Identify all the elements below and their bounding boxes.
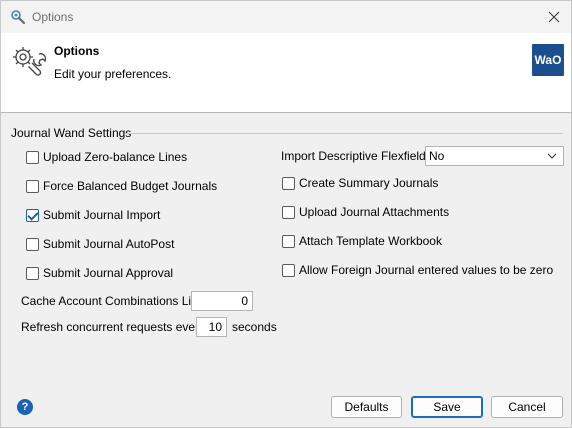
refresh-interval-input[interactable]: 10 — [196, 317, 227, 337]
submit-journal-import-checkbox[interactable]: Submit Journal Import — [26, 207, 160, 223]
cache-limit-input[interactable]: 0 — [191, 291, 253, 311]
defaults-button[interactable]: Defaults — [331, 396, 402, 418]
window-title: Options — [32, 10, 74, 24]
group-divider — [125, 133, 563, 134]
checkbox-label: Submit Journal AutoPost — [43, 237, 175, 251]
checkbox-box[interactable] — [26, 150, 39, 164]
attach-template-workbook-checkbox[interactable]: Attach Template Workbook — [282, 233, 442, 249]
options-window: Options Options Edit your preferences. W… — [0, 0, 572, 428]
wrench-gear-icon — [10, 9, 26, 25]
flexfields-selected-value: No — [429, 149, 445, 163]
checkbox-box[interactable] — [282, 263, 295, 277]
checkbox-box[interactable] — [282, 176, 295, 190]
header-subtitle: Edit your preferences. — [54, 67, 172, 81]
checkbox-label: Submit Journal Import — [43, 208, 161, 222]
title-bar: Options — [1, 1, 571, 33]
submit-journal-autopost-checkbox[interactable]: Submit Journal AutoPost — [26, 236, 174, 252]
close-icon — [548, 11, 560, 23]
group-label: Journal Wand Settings — [11, 126, 132, 140]
checkbox-label: Force Balanced Budget Journals — [43, 179, 218, 193]
force-balanced-budget-checkbox[interactable]: Force Balanced Budget Journals — [26, 178, 217, 194]
checkbox-label: Create Summary Journals — [299, 176, 439, 190]
wrench-gear-icon — [10, 43, 47, 79]
chevron-down-icon — [547, 153, 557, 159]
allow-foreign-journal-zero-checkbox[interactable]: Allow Foreign Journal entered values to … — [282, 262, 553, 278]
flexfields-label: Import Descriptive Flexfields — [281, 149, 432, 163]
checkbox-box[interactable] — [282, 205, 295, 219]
checkbox-box[interactable] — [26, 179, 39, 193]
flexfields-select[interactable]: No — [425, 146, 564, 166]
checkbox-label: Upload Journal Attachments — [299, 205, 450, 219]
upload-zero-balance-checkbox[interactable]: Upload Zero-balance Lines — [26, 149, 187, 165]
logo: WaO — [532, 44, 564, 76]
submit-journal-approval-checkbox[interactable]: Submit Journal Approval — [26, 265, 173, 281]
checkbox-label: Submit Journal Approval — [43, 266, 174, 280]
create-summary-journals-checkbox[interactable]: Create Summary Journals — [282, 175, 438, 191]
refresh-unit-label: seconds — [232, 320, 277, 334]
cache-limit-label: Cache Account Combinations Limit — [21, 294, 208, 308]
checkbox-box[interactable] — [282, 234, 295, 248]
checkbox-box[interactable] — [26, 266, 39, 280]
save-button[interactable]: Save — [411, 396, 483, 418]
checkbox-label: Allow Foreign Journal entered values to … — [299, 263, 554, 277]
upload-journal-attachments-checkbox[interactable]: Upload Journal Attachments — [282, 204, 449, 220]
cancel-button[interactable]: Cancel — [491, 396, 563, 418]
help-button[interactable]: ? — [17, 399, 33, 415]
checkbox-label: Attach Template Workbook — [299, 234, 442, 248]
header-title: Options — [54, 44, 100, 58]
help-icon: ? — [21, 401, 29, 413]
checkbox-box[interactable] — [26, 237, 39, 251]
checkbox-box[interactable] — [26, 208, 39, 222]
refresh-interval-label: Refresh concurrent requests every — [21, 320, 206, 334]
header-panel: Options Edit your preferences. WaO — [1, 33, 571, 113]
checkbox-label: Upload Zero-balance Lines — [43, 150, 188, 164]
close-button[interactable] — [537, 1, 571, 33]
